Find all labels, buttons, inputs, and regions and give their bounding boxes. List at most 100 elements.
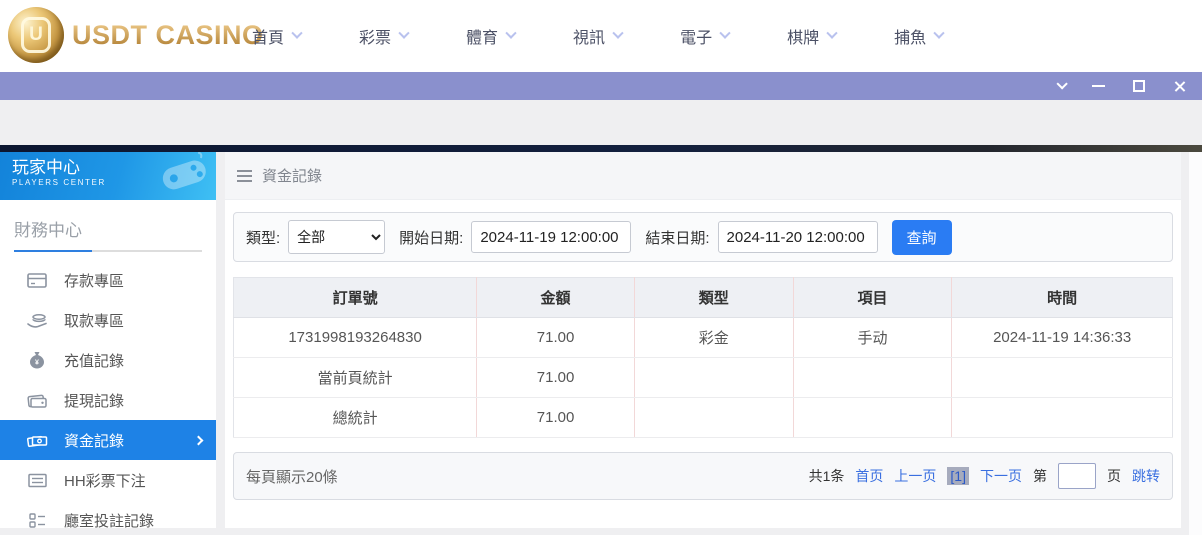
logo-letter: U <box>21 17 51 53</box>
sidebar: 玩家中心 PLAYERS CENTER 財務中心 存款專區 取款專區 ¥ <box>0 152 216 528</box>
scrollbar-track[interactable] <box>1189 152 1202 535</box>
nav-item-slots[interactable]: 電子 <box>680 24 729 48</box>
table-row-page-summary: 當前頁統計 71.00 <box>234 358 1173 398</box>
nav-label: 電子 <box>680 24 712 48</box>
table-row: 1731998193264830 71.00 彩金 手动 2024-11-19 … <box>234 318 1173 358</box>
chevron-down-icon <box>505 28 516 39</box>
sidebar-item-funds-record[interactable]: 資金記錄 <box>0 420 216 460</box>
funds-record-table: 訂單號 金額 類型 項目 時間 1731998193264830 71.00 彩… <box>233 277 1173 438</box>
sidebar-item-withdraw[interactable]: 取款專區 <box>0 300 216 340</box>
sidebar-item-label: 資金記錄 <box>64 430 195 451</box>
nav-item-fishing[interactable]: 捕魚 <box>894 24 943 48</box>
sidebar-item-recharge-record[interactable]: ¥ 充值記錄 <box>0 340 216 380</box>
nav-label: 體育 <box>466 24 498 48</box>
filter-bar: 類型: 全部 開始日期: 結束日期: 查詢 <box>233 212 1173 262</box>
nav-item-lottery[interactable]: 彩票 <box>359 24 408 48</box>
cell-order-no: 當前頁統計 <box>234 358 477 398</box>
nav-label: 首頁 <box>252 24 284 48</box>
type-select[interactable]: 全部 <box>288 220 385 254</box>
prev-page-link[interactable]: 上一页 <box>894 466 936 486</box>
menu-toggle-icon[interactable] <box>237 170 252 182</box>
cash-icon <box>26 432 48 449</box>
sidebar-item-deposit[interactable]: 存款專區 <box>0 260 216 300</box>
site-logo[interactable]: U USDT CASINO <box>8 7 264 63</box>
column-amount: 金額 <box>477 278 635 318</box>
close-icon[interactable] <box>1173 80 1186 93</box>
current-page-indicator: [1] <box>947 467 969 485</box>
chevron-down-icon <box>612 28 623 39</box>
gamepad-icon <box>153 152 215 200</box>
table-header-row: 訂單號 金額 類型 項目 時間 <box>234 278 1173 318</box>
withdraw-hand-icon <box>26 312 48 329</box>
jump-button[interactable]: 跳转 <box>1132 466 1160 486</box>
page-title: 資金記錄 <box>262 165 322 186</box>
logo-text: USDT CASINO <box>72 20 264 51</box>
next-page-link[interactable]: 下一页 <box>980 466 1022 486</box>
cell-type: 彩金 <box>634 318 793 358</box>
page-header: 資金記錄 <box>225 152 1181 200</box>
sidebar-item-label: 提現記錄 <box>64 390 202 411</box>
end-date-input[interactable] <box>718 221 878 253</box>
wallet-icon <box>26 392 48 408</box>
sidebar-item-room-bet-record[interactable]: 廳室投註記錄 <box>0 500 216 528</box>
type-label: 類型: <box>246 227 280 248</box>
sidebar-item-withdraw-record[interactable]: 提現記錄 <box>0 380 216 420</box>
nav-label: 捕魚 <box>894 24 926 48</box>
nav-item-live[interactable]: 視訊 <box>573 24 622 48</box>
main-nav: 首頁 彩票 體育 視訊 電子 棋牌 捕魚 <box>252 0 943 72</box>
list-icon <box>26 473 48 488</box>
window-titlebar <box>0 72 1202 100</box>
chevron-down-icon <box>398 28 409 39</box>
sidebar-item-label: 取款專區 <box>64 310 202 331</box>
first-page-link[interactable]: 首页 <box>855 466 883 486</box>
cell-item <box>793 358 952 398</box>
moneybag-icon: ¥ <box>26 351 48 369</box>
cell-amount: 71.00 <box>477 398 635 438</box>
cell-type <box>634 358 793 398</box>
players-center-banner: 玩家中心 PLAYERS CENTER <box>0 152 216 200</box>
table-row-total-summary: 總統計 71.00 <box>234 398 1173 438</box>
pager: 共1条 首页 上一页 [1] 下一页 第 页 跳转 <box>809 463 1160 489</box>
site-header: U USDT CASINO 首頁 彩票 體育 視訊 電子 棋牌 捕魚 <box>0 0 1202 72</box>
start-date-input[interactable] <box>471 221 631 253</box>
column-item: 項目 <box>793 278 952 318</box>
chevron-down-icon <box>826 28 837 39</box>
main-content: 資金記錄 類型: 全部 開始日期: 結束日期: 查詢 訂單號 金額 類型 <box>225 152 1181 528</box>
search-button[interactable]: 查詢 <box>892 220 952 255</box>
nav-item-cards[interactable]: 棋牌 <box>787 24 836 48</box>
nav-label: 視訊 <box>573 24 605 48</box>
chevron-down-icon <box>933 28 944 39</box>
sidebar-item-label: HH彩票下注 <box>64 470 202 491</box>
svg-text:¥: ¥ <box>35 360 39 367</box>
start-date-label: 開始日期: <box>399 227 463 248</box>
end-date-label: 結束日期: <box>645 227 709 248</box>
chevron-down-icon <box>291 28 302 39</box>
cell-time: 2024-11-19 14:36:33 <box>952 318 1173 358</box>
finance-center-heading: 財務中心 <box>14 216 202 241</box>
cell-amount: 71.00 <box>477 358 635 398</box>
nav-item-home[interactable]: 首頁 <box>252 24 301 48</box>
chevron-down-icon <box>719 28 730 39</box>
column-type: 類型 <box>634 278 793 318</box>
chevron-right-icon <box>194 435 204 445</box>
cell-time <box>952 358 1173 398</box>
sidebar-item-hh-lottery-bets[interactable]: HH彩票下注 <box>0 460 216 500</box>
cell-type <box>634 398 793 438</box>
nav-label: 彩票 <box>359 24 391 48</box>
total-count: 共1条 <box>809 466 845 486</box>
page-size-text: 每頁顯示20條 <box>246 466 338 487</box>
collapse-chevron-icon[interactable] <box>1056 78 1067 89</box>
sidebar-item-label: 充值記錄 <box>64 350 202 371</box>
nav-item-sports[interactable]: 體育 <box>466 24 515 48</box>
sidebar-item-label: 廳室投註記錄 <box>64 510 202 529</box>
pagination-bar: 每頁顯示20條 共1条 首页 上一页 [1] 下一页 第 页 跳转 <box>233 452 1173 500</box>
section-divider <box>14 250 202 252</box>
minimize-icon[interactable] <box>1092 85 1105 87</box>
deposit-card-icon <box>26 272 48 289</box>
logo-ball-icon: U <box>8 7 64 63</box>
page-jump-input[interactable] <box>1058 463 1096 489</box>
tasklist-icon <box>26 513 48 528</box>
maximize-icon[interactable] <box>1133 80 1145 92</box>
nav-label: 棋牌 <box>787 24 819 48</box>
content-body: 類型: 全部 開始日期: 結束日期: 查詢 訂單號 金額 類型 項目 時間 <box>225 200 1181 500</box>
